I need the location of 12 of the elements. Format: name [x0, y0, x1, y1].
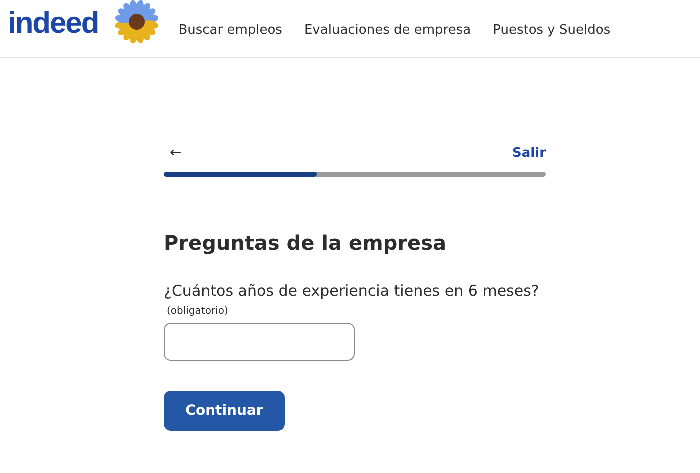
answer-field[interactable]	[164, 323, 355, 361]
question-label: ¿Cuántos años de experiencia tienes en 6 meses?	[164, 282, 540, 300]
section-heading: Preguntas de la empresa	[164, 231, 447, 255]
sunflower-icon	[114, 0, 159, 44]
continue-button[interactable]: Continuar	[164, 391, 285, 431]
nav-link[interactable]: Puestos y Sueldos	[493, 23, 611, 38]
back-button[interactable]: ←	[164, 145, 188, 161]
indeed-logo[interactable]: indeed	[8, 6, 99, 40]
exit-link[interactable]: Salir	[512, 146, 546, 160]
nav-link[interactable]: Evaluaciones de empresa	[304, 23, 472, 38]
nav-link[interactable]: Buscar empleos	[178, 23, 282, 38]
required-note: (obligatorio)	[167, 306, 228, 317]
